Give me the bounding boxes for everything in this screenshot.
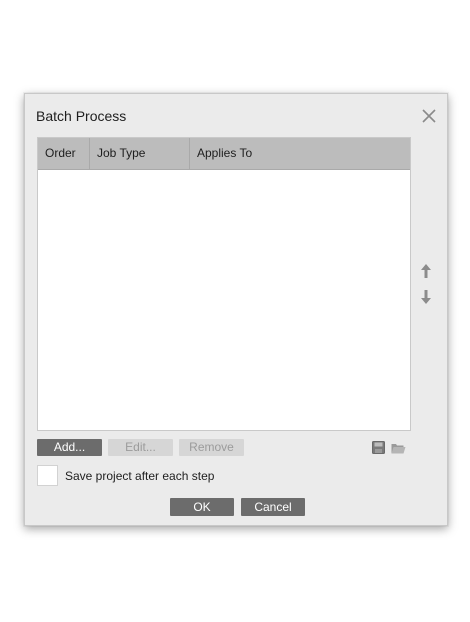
ok-button[interactable]: OK	[170, 498, 234, 516]
save-after-step-checkbox[interactable]	[37, 465, 58, 486]
table-header: Order Job Type Applies To	[38, 138, 410, 170]
column-header-order[interactable]: Order	[38, 138, 90, 169]
add-button[interactable]: Add...	[37, 439, 102, 456]
folder-open-icon[interactable]	[391, 442, 406, 454]
save-icon[interactable]	[372, 441, 385, 454]
close-icon[interactable]	[421, 108, 437, 124]
dialog-title: Batch Process	[36, 108, 127, 124]
column-header-job-type[interactable]: Job Type	[90, 138, 190, 169]
arrow-down-icon[interactable]	[420, 290, 432, 304]
batch-process-dialog: Batch Process Order Job Type Applies To …	[24, 93, 448, 526]
arrow-up-icon[interactable]	[420, 264, 432, 278]
jobs-table: Order Job Type Applies To	[37, 137, 411, 431]
edit-button[interactable]: Edit...	[108, 439, 173, 456]
cancel-button[interactable]: Cancel	[241, 498, 305, 516]
column-header-applies-to[interactable]: Applies To	[190, 138, 410, 169]
save-after-step-label: Save project after each step	[65, 469, 215, 483]
table-body[interactable]	[38, 170, 410, 430]
remove-button[interactable]: Remove	[179, 439, 244, 456]
